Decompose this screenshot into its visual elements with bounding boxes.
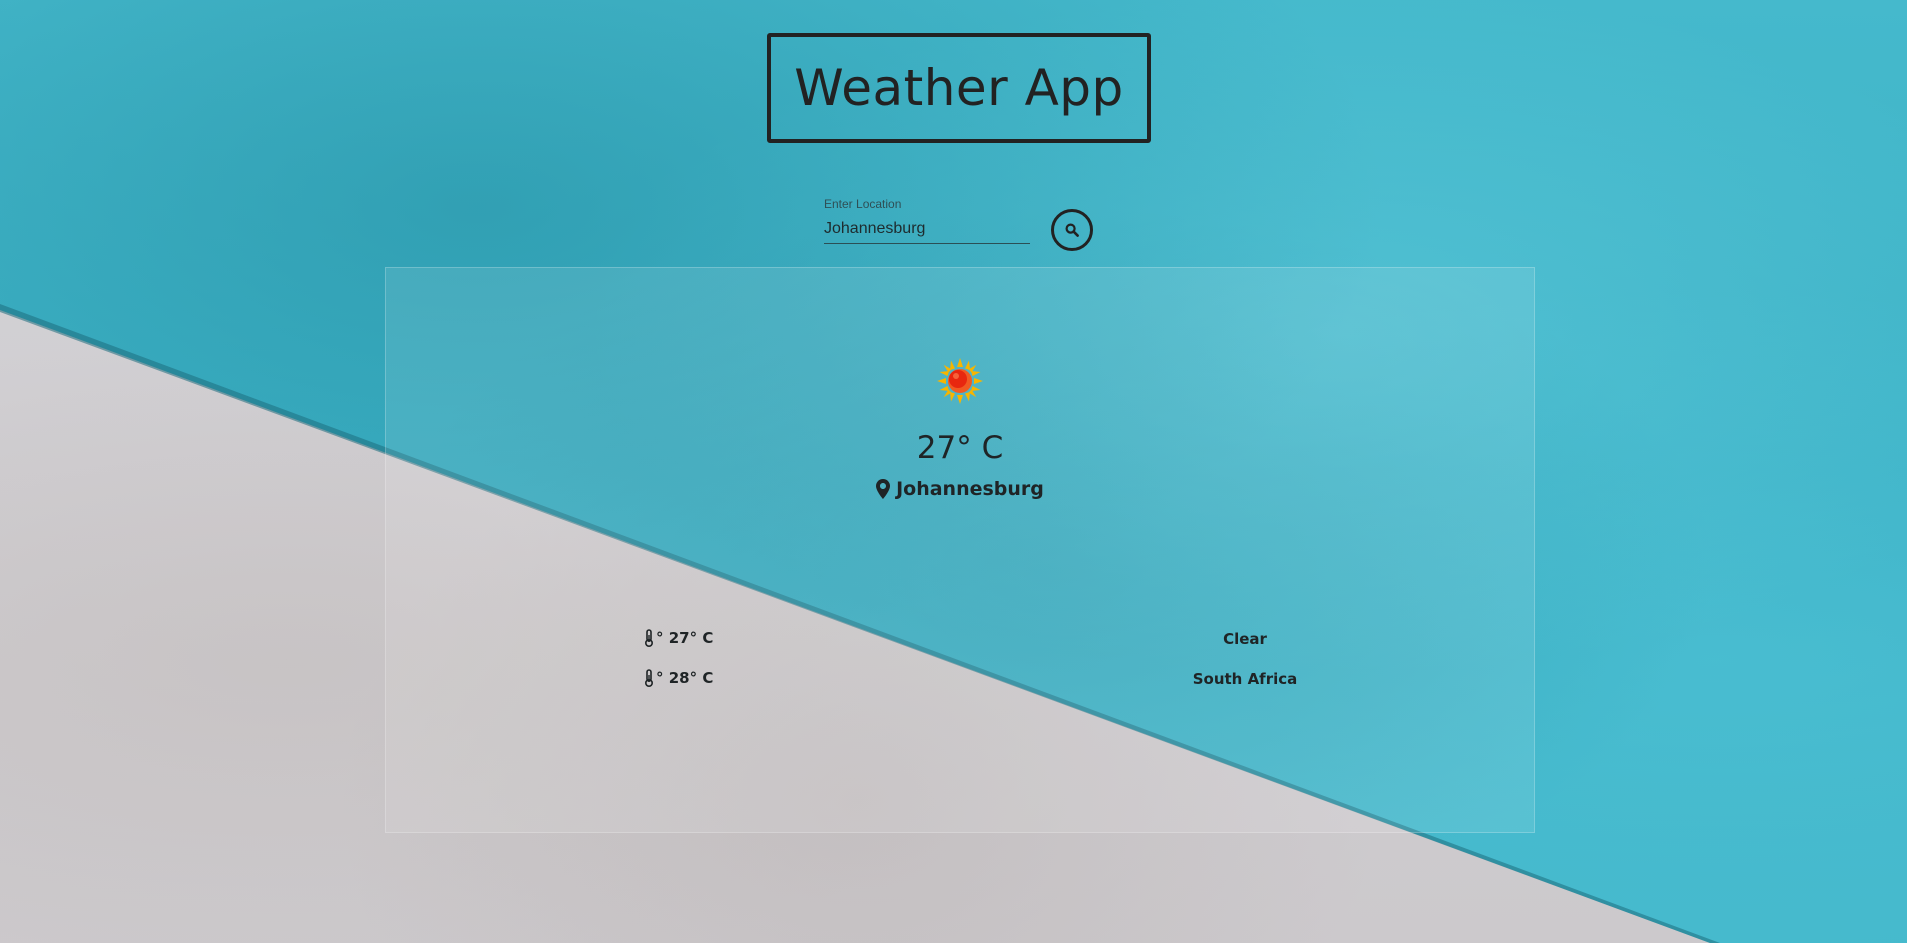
location-input-label: Enter Location <box>824 197 902 211</box>
search-button[interactable] <box>1051 209 1093 251</box>
current-temperature: 27° C <box>916 430 1004 466</box>
location-input[interactable] <box>824 215 1030 244</box>
app-title-box: Weather App <box>767 33 1151 143</box>
map-marker-icon <box>876 479 891 499</box>
max-temperature: ° 28° C <box>644 669 713 687</box>
sun-icon <box>937 358 983 404</box>
app-root: Weather App Enter Location Johannesburg … <box>0 0 1907 943</box>
country-name: South Africa <box>1192 670 1298 688</box>
thermometer-icon <box>645 629 653 647</box>
search-icon <box>1065 223 1079 237</box>
thermometer-icon <box>645 669 653 687</box>
min-temperature: ° 27° C <box>644 629 713 647</box>
location-search-field: Enter Location <box>824 197 1030 248</box>
location-name: Johannesburg <box>896 478 1044 500</box>
max-temperature-value: ° 28° C <box>656 669 714 687</box>
weather-card <box>385 267 1535 833</box>
min-temperature-value: ° 27° C <box>656 629 714 647</box>
weather-condition: Clear <box>1223 630 1267 648</box>
app-title: Weather App <box>794 59 1124 117</box>
location-row: Johannesburg <box>840 478 1080 500</box>
